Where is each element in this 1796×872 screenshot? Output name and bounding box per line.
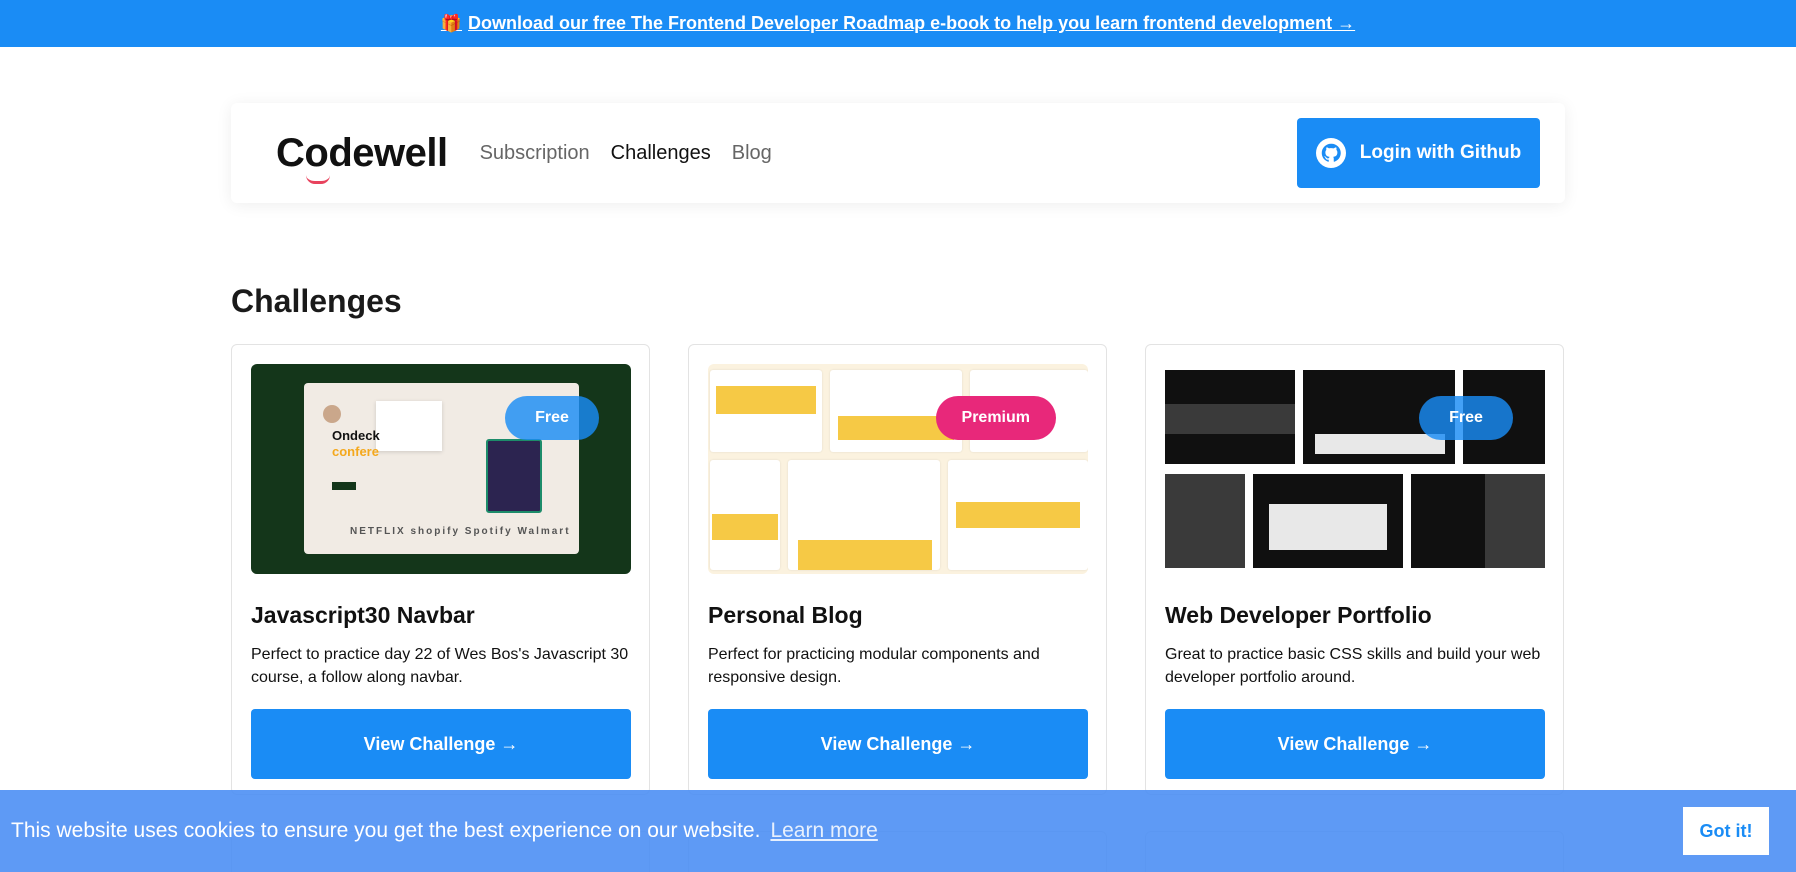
gift-icon: 🎁 [440,13,463,33]
challenge-card[interactable]: Ondeck confere NETFLIX shopify Spotify W… [231,344,650,795]
view-challenge-button[interactable]: View Challenge → [708,709,1088,779]
nav-link-subscription[interactable]: Subscription [480,142,590,165]
navbar: Codewell Subscription Challenges Blog Lo… [231,103,1565,203]
view-challenge-button[interactable]: View Challenge → [1165,709,1545,779]
challenge-card[interactable]: Premium Personal Blog Perfect for practi… [688,344,1107,795]
thumbnail-dropdown [376,401,442,451]
thumbnail-logos: NETFLIX shopify Spotify Walmart [350,526,571,537]
nav-link-blog[interactable]: Blog [732,142,772,165]
promo-bar: 🎁 Download our free The Frontend Develop… [0,0,1796,47]
challenge-card[interactable]: Free Web Developer Portfolio Great to pr… [1145,344,1564,795]
logo[interactable]: Codewell [276,130,448,184]
promo-text: Download our free The Frontend Developer… [468,13,1356,33]
thumbnail-logo-icon [323,405,341,423]
nav-link-challenges[interactable]: Challenges [611,142,711,165]
card-description: Perfect to practice day 22 of Wes Bos's … [251,646,629,686]
github-icon [1315,138,1346,168]
login-label: Login with Github [1359,142,1522,163]
page-title: Challenges [231,283,402,319]
premium-badge: Premium [935,396,1056,440]
thumbnail-tile-accent [1269,504,1387,550]
thumbnail-heading: Ondeck [332,428,380,443]
cookie-text: This website uses cookies to ensure you … [11,819,761,842]
thumbnail-heading-accent: confere [332,444,379,459]
thumbnail-tile-accent [1315,434,1445,454]
promo-link[interactable]: 🎁 Download our free The Frontend Develop… [441,13,1355,34]
thumbnail-video [486,439,542,513]
logo-smile-icon [306,175,330,184]
challenge-thumbnail[interactable]: Premium [708,364,1088,574]
got-it-button[interactable]: Got it! [1683,807,1769,855]
login-github-button[interactable]: Login with Github [1297,118,1540,188]
free-badge: Free [1419,396,1513,440]
challenge-grid: Ondeck confere NETFLIX shopify Spotify W… [231,344,1565,795]
card-description: Great to practice basic CSS skills and b… [1165,646,1541,686]
learn-more-link[interactable]: Learn more [770,819,877,843]
thumbnail-cta [332,482,356,490]
thumbnail-tile-accent [712,514,778,540]
cookie-banner: This website uses cookies to ensure you … [0,790,1796,872]
challenge-thumbnail[interactable]: Ondeck confere NETFLIX shopify Spotify W… [251,364,631,574]
thumbnail-tile-accent [716,386,816,414]
card-description: Perfect for practicing modular component… [708,646,1040,686]
thumbnail-tile-accent [956,502,1080,528]
thumbnail-tile-accent [1165,404,1295,434]
card-title: Web Developer Portfolio [1165,602,1432,628]
challenge-thumbnail[interactable]: Free [1165,364,1545,574]
thumbnail-tile-accent [1485,474,1545,568]
card-title: Personal Blog [708,602,863,628]
card-title: Javascript30 Navbar [251,602,475,628]
thumbnail-tile-accent [1165,474,1245,568]
nav-links: Subscription Challenges Blog [480,142,772,165]
main-container: Codewell Subscription Challenges Blog Lo… [231,103,1565,872]
view-challenge-button[interactable]: View Challenge → [251,709,631,779]
free-badge: Free [505,396,599,440]
thumbnail-tile-accent [798,540,932,570]
logo-text: Codewell [276,130,448,175]
